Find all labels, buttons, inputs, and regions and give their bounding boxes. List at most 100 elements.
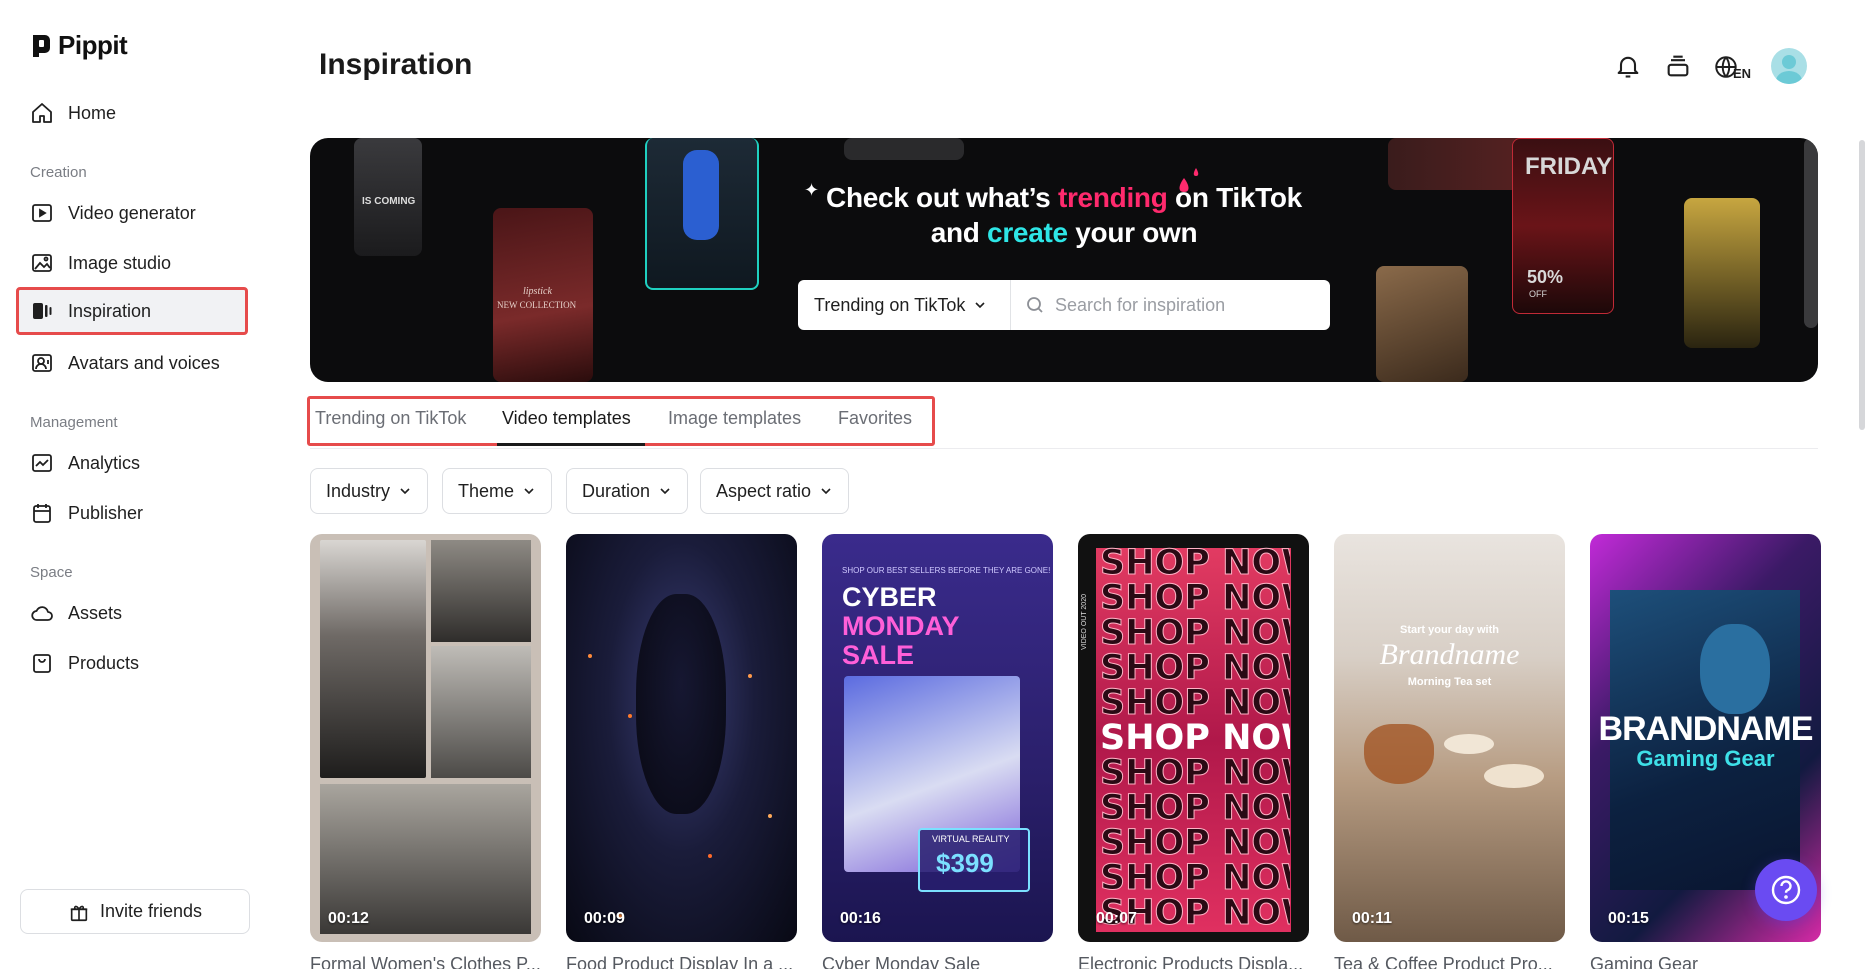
sidebar-item-video-generator[interactable]: Video generator [16, 189, 248, 237]
sidebar-item-inspiration[interactable]: Inspiration [16, 287, 248, 335]
shop-now-stack: SHOP NOW SHOP NOW SHOP NOW SHOP NOW SHOP… [1100, 546, 1290, 936]
template-card[interactable]: SHOP NOW SHOP NOW SHOP NOW SHOP NOW SHOP… [1078, 534, 1309, 969]
sidebar-item-image-studio[interactable]: Image studio [16, 239, 248, 287]
filter-duration[interactable]: Duration [566, 468, 689, 514]
card-text: SHOP NOW [1100, 546, 1290, 583]
app-name: Pippit [58, 30, 128, 60]
sidebar-item-label: Products [68, 652, 140, 673]
sidebar-section-space: Space [30, 564, 73, 581]
sidebar-item-avatars-and-voices[interactable]: Avatars and voices [16, 339, 248, 387]
template-title: Cyber Monday Sale [822, 954, 981, 969]
page-title: Inspiration [319, 48, 473, 81]
template-card[interactable]: Start your day with Brandname Morning Te… [1334, 534, 1565, 969]
card-text: SHOP NOW [1100, 613, 1290, 653]
tab-image-templates[interactable]: Image templates [668, 408, 801, 429]
duration-badge: 00:16 [840, 910, 881, 927]
card-text: SHOP NOW [1100, 753, 1290, 793]
user-avatar[interactable] [1771, 48, 1807, 84]
source-select[interactable]: Trending on TikTok [798, 280, 1011, 330]
banner-deco-image [1376, 266, 1468, 382]
headline-text: and [930, 217, 988, 248]
pippit-logo-icon [33, 34, 50, 57]
template-title: Electronic Products Displa... [1078, 954, 1304, 969]
banner-deco-text: lipstick [523, 286, 552, 297]
card-text: CYBER [842, 582, 937, 612]
template-card[interactable]: 00:09 Food Product Display In a ... [566, 534, 797, 969]
filter-aspect-ratio[interactable]: Aspect ratio [700, 468, 850, 514]
stack-button[interactable] [1663, 51, 1693, 81]
card-text: SHOP NOW [1100, 578, 1290, 618]
card-text: MONDAY [842, 611, 960, 641]
sidebar-section-creation: Creation [30, 164, 87, 181]
sidebar-item-assets[interactable]: Assets [16, 589, 248, 637]
language-button[interactable]: EN [1713, 51, 1751, 81]
card-text: SALE [842, 640, 915, 670]
template-thumbnail[interactable]: 00:12 [310, 534, 541, 942]
page-scrollbar[interactable] [1859, 140, 1865, 430]
sidebar-item-home[interactable]: Home [16, 89, 248, 137]
banner-headline-line2: and create your own [310, 217, 1818, 249]
help-button[interactable] [1755, 859, 1817, 921]
card-text: SHOP NOW [1100, 683, 1290, 723]
sidebar-section-management: Management [30, 414, 118, 431]
card-text: Start your day with [1399, 624, 1500, 636]
card-text: VIDEO OUT 2020 [1081, 594, 1088, 650]
template-title: Tea & Coffee Product Pro... [1334, 954, 1553, 969]
chevron-down-icon [660, 488, 670, 495]
banner-deco-text: 50% [1527, 267, 1564, 287]
card-text: SHOP NOW [1100, 788, 1290, 828]
banner-deco-phone [645, 138, 759, 290]
sidebar-item-label: Image studio [68, 252, 172, 273]
chevron-down-icon [975, 302, 985, 309]
filter-theme[interactable]: Theme [442, 468, 553, 514]
template-thumbnail[interactable]: SHOP NOW SHOP NOW SHOP NOW SHOP NOW SHOP… [1078, 534, 1309, 942]
card-text: Gaming Gear [1636, 746, 1775, 771]
sidebar-item-analytics[interactable]: Analytics [16, 439, 248, 487]
filter-label: Duration [582, 480, 651, 501]
template-thumbnail[interactable]: 00:09 [566, 534, 797, 942]
active-tab-indicator [497, 443, 645, 446]
filter-industry[interactable]: Industry [310, 468, 429, 514]
invite-friends-button[interactable]: Invite friends [20, 889, 250, 934]
inspiration-icon [33, 303, 52, 319]
template-thumbnail[interactable]: SHOP OUR BEST SELLERS BEFORE THEY ARE GO… [822, 534, 1053, 942]
sidebar-item-label: Home [68, 102, 117, 123]
search-input[interactable] [1055, 294, 1315, 316]
tab-trending-on-tiktok[interactable]: Trending on TikTok [315, 408, 466, 429]
headline-trending: trending [1057, 182, 1168, 213]
pippit-logo[interactable]: Pippit [30, 30, 128, 61]
card-text: Morning Tea set [1407, 676, 1492, 688]
question-mark-icon [1771, 875, 1801, 905]
duration-badge: 00:15 [1608, 910, 1649, 927]
sidebar-item-label: Inspiration [68, 300, 152, 321]
bell-icon [1617, 56, 1639, 78]
template-card[interactable]: SHOP OUR BEST SELLERS BEFORE THEY ARE GO… [822, 534, 1053, 969]
sidebar: Pippit Home Creation Video generator Ima… [0, 0, 256, 969]
card-text: SHOP NOW [1100, 823, 1290, 863]
gift-icon [70, 905, 88, 921]
search-icon [1027, 297, 1043, 313]
product-box-icon [33, 654, 51, 673]
chevron-down-icon [400, 488, 410, 495]
sidebar-item-label: Publisher [68, 502, 144, 523]
inspiration-searchbar: Trending on TikTok [798, 280, 1330, 330]
template-card[interactable]: 00:12 Formal Women's Clothes P... [310, 534, 541, 969]
duration-badge: 00:12 [328, 910, 369, 927]
notifications-button[interactable] [1613, 51, 1643, 81]
banner-deco-text: FRIDAY [1525, 153, 1613, 180]
sidebar-item-publisher[interactable]: Publisher [16, 489, 248, 537]
card-text: $399 [936, 848, 994, 878]
filter-label: Aspect ratio [716, 480, 812, 501]
hero-banner: IS COMING lipstick NEW COLLECTION FRIDAY… [310, 138, 1818, 382]
sidebar-item-label: Assets [68, 602, 123, 623]
banner-deco-text: NEW COLLECTION [497, 300, 577, 310]
sidebar-item-products[interactable]: Products [16, 639, 248, 687]
headline-text: on TikTok [1167, 182, 1302, 213]
tab-video-templates[interactable]: Video templates [502, 408, 631, 429]
cloud-icon [31, 606, 53, 621]
image-studio-icon [32, 254, 52, 272]
tab-favorites[interactable]: Favorites [838, 408, 912, 429]
video-generator-icon [32, 204, 52, 222]
template-title: Formal Women's Clothes P... [310, 954, 541, 969]
template-thumbnail[interactable]: Start your day with Brandname Morning Te… [1334, 534, 1565, 942]
